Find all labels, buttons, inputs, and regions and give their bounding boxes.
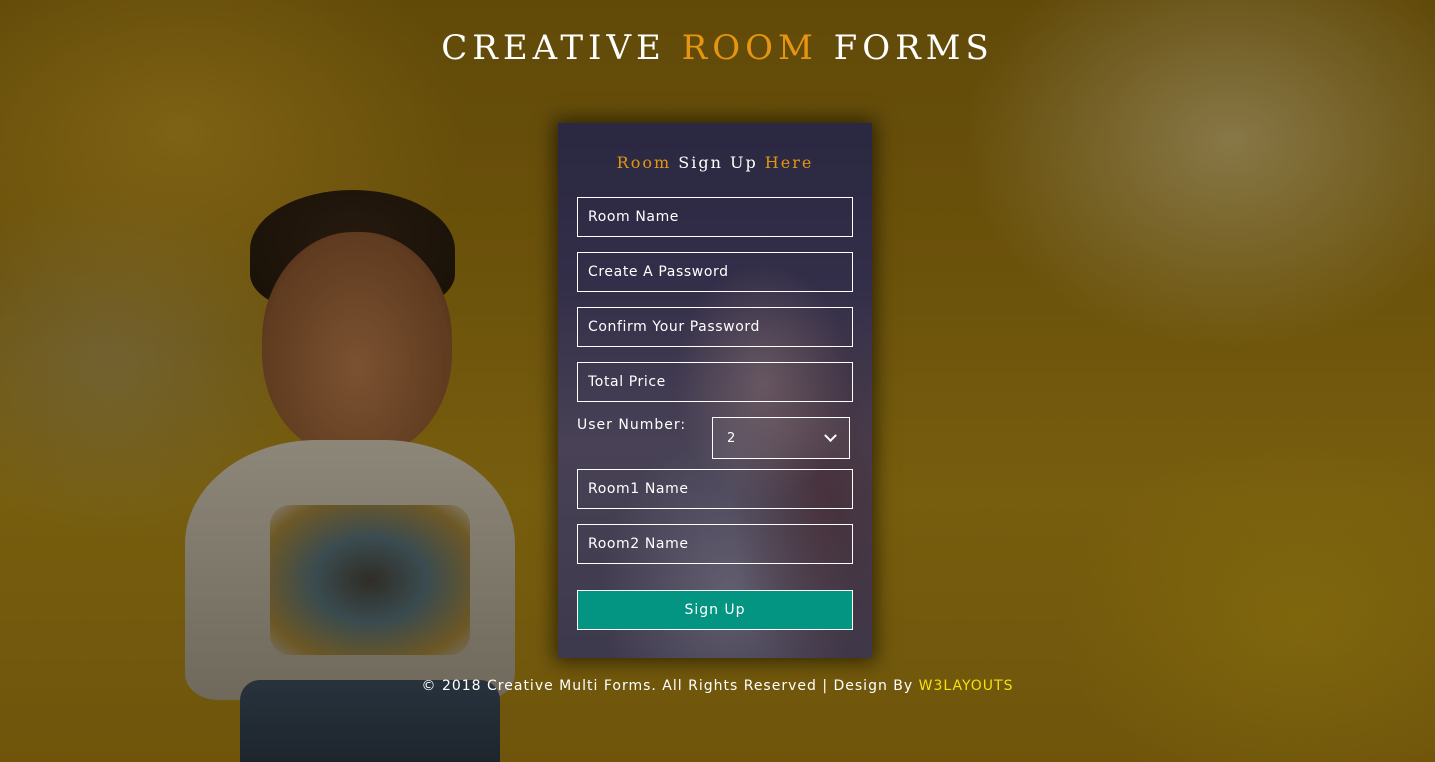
create-password-input[interactable] [577,252,853,292]
confirm-password-input[interactable] [577,307,853,347]
form-title-main: Sign Up [678,153,758,172]
title-accent: ROOM [681,28,818,68]
room-name-input[interactable] [577,197,853,237]
room2-name-input[interactable] [577,524,853,564]
form-title: Room Sign Up Here [558,153,872,172]
page-title: CREATIVE ROOM FORMS [0,28,1435,68]
background-figure-hair [250,190,455,310]
background-figure-face [262,232,452,457]
form-title-accent2: Here [764,153,814,172]
footer-brand-link[interactable]: W3LAYOUTS [919,678,1014,694]
chevron-down-icon [824,428,837,442]
title-part1: CREATIVE [441,28,666,68]
user-number-select[interactable]: 2 [712,417,850,459]
title-part2: FORMS [833,28,994,68]
footer-copyright: © 2018 Creative Multi Forms. All Rights … [421,678,919,694]
background-figure-shirt-print [270,505,470,655]
signup-form-card: Room Sign Up Here User Number: 2 Sign Up [558,123,872,658]
sign-up-button[interactable]: Sign Up [577,590,853,630]
form-title-accent1: Room [616,153,672,172]
footer: © 2018 Creative Multi Forms. All Rights … [0,678,1435,694]
background-figure-shirt [185,440,515,700]
room1-name-input[interactable] [577,469,853,509]
total-price-input[interactable] [577,362,853,402]
user-number-value: 2 [727,430,736,446]
user-number-label: User Number: [577,417,687,433]
